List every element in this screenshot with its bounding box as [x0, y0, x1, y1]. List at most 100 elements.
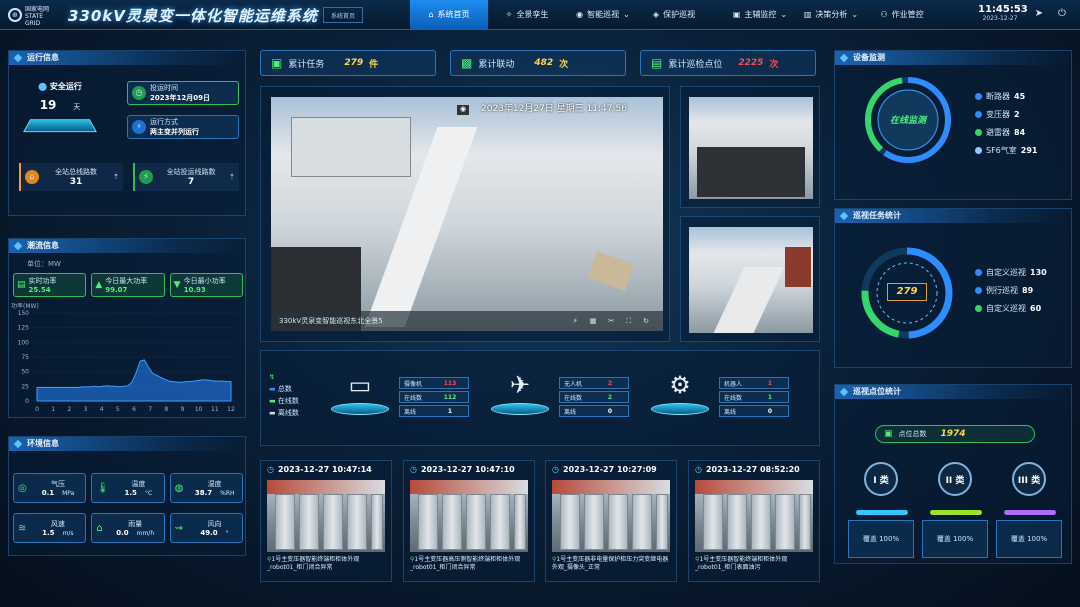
alarm-image [695, 480, 813, 552]
device-stat-label: 离线 [404, 408, 417, 416]
alarm-header: ◷ 2023-12-27 10:47:14 [261, 461, 391, 478]
nav-label: 保护巡视 [663, 10, 696, 19]
path-image [713, 267, 785, 333]
env-panel: 环境信息 ◎ 气压 0.1 MPa 🌡 温度 1.5 °C ◍ 湿度 38.7 %RH ≋ 风速 1.5 m/… [8, 436, 246, 556]
logout-icon[interactable]: ⏻ [1056, 8, 1068, 20]
class-ring: III 类 [1012, 462, 1046, 496]
x-tick-label: 10 [195, 406, 203, 413]
alarm-time: 2023-12-27 08:52:20 [705, 465, 800, 474]
tools-icon[interactable]: ✂ [608, 317, 614, 325]
nav-twin[interactable]: ✧ 全景孪生 [492, 0, 562, 29]
alarm-image [410, 480, 528, 552]
power-area [36, 359, 232, 402]
alarm-card[interactable]: ◷ 2023-12-27 08:52:20 ⚲1号主变压器智能终端柜柜体外观_ro… [688, 460, 820, 582]
legend-online-icon: ▬ [269, 397, 278, 405]
class-cover: 覆盖 100% [936, 535, 974, 543]
nav-monitor[interactable]: ▣ 主辅监控 ⌄ [730, 0, 790, 29]
lightning-icon: ⚡ [132, 120, 146, 134]
alarm-card[interactable]: ◷ 2023-12-27 10:27:09 ⚲1号主变压器非电量保护柜压力突变继电… [545, 460, 677, 582]
devices-strip: ↯ ▬ 总数 ▬ 在线数 ▬ 离线数 ▭ 摄像机 113 在线数 112 离线 1 ✈ 无人机 2… [260, 350, 820, 446]
point-total-bar: ▣ 点位总数 1974 [875, 425, 1035, 443]
device-stat-label: 摄像机 [404, 380, 423, 388]
system-home-button[interactable]: 系统首页 [323, 7, 363, 23]
equipment-image [291, 117, 411, 177]
alarm-text-value: 1号主变压器智能终端柜柜体外观_robot01_柜门表面油污 [695, 556, 788, 571]
device-stat-label: 在线数 [564, 394, 583, 402]
wind-icon: ≋ [18, 522, 27, 534]
video-small-2[interactable] [680, 216, 820, 342]
legend-offline: 离线数 [277, 409, 299, 417]
env-card: ≋ 风速 1.5 m/s [13, 513, 87, 543]
alarm-time: 2023-12-27 10:47:14 [277, 465, 372, 474]
put-time-card: ◷ 投运时间 2023年12月09日 [127, 81, 239, 105]
state-grid-logo-icon: ⊕ [8, 8, 22, 22]
env-value: 49.0 [200, 529, 218, 537]
list-icon: ▤ [651, 56, 663, 70]
device-item: 断路器 45 [975, 91, 1037, 102]
main-video[interactable]: 2023年12月27日 星期三 11:47:56 ◉ 330kV灵泉变智能巡视东… [271, 97, 663, 331]
patrol-icon: ◉ [576, 10, 584, 19]
nav-label: 系统首页 [437, 10, 470, 19]
nav-patrol[interactable]: ◉ 智能巡视 ⌄ [566, 0, 640, 29]
safe-run-block: ⬤ 安全运行 19 天 [23, 81, 97, 143]
x-tick-label: 6 [132, 406, 136, 413]
status-dot [975, 93, 982, 100]
video-timestamp: 2023年12月27日 星期三 11:47:56 [481, 104, 627, 114]
x-tick-label: 5 [116, 406, 120, 413]
y-tick-label: 125 [18, 325, 30, 332]
nav-label: 作业管控 [891, 10, 924, 19]
total-lines-label: 全站总线路数 [55, 168, 98, 176]
device-stat-value: 1 [447, 407, 453, 415]
device-monitor-panel: 设备监测 在线监测 断路器 45 变压器 2 避雷器 84 SF6气室 291 [834, 50, 1072, 200]
device-item: 避雷器 84 [975, 127, 1037, 138]
stat-value: 279 [344, 58, 364, 68]
device-stat-value: 112 [443, 393, 457, 401]
class-bar [856, 510, 908, 515]
alarm-card[interactable]: ◷ 2023-12-27 10:47:10 ⚲1号主变压器高压侧智能终端柜柜体外观… [403, 460, 535, 582]
env-label: 湿度 [207, 480, 222, 488]
env-label: 温度 [131, 480, 146, 488]
fullscreen-icon[interactable]: ⛶ [626, 317, 631, 326]
send-icon[interactable]: ➤ [1033, 8, 1045, 20]
min-power-card: ▼ 今日最小功率 10.93 [169, 273, 243, 297]
x-tick-label: 12 [227, 406, 235, 413]
device-stat-value: 2 [607, 379, 613, 387]
y-tick-label: 150 [18, 310, 30, 317]
hd-icon[interactable]: ▦ [590, 317, 597, 325]
device-value: 2 [1014, 110, 1020, 119]
y-tick-label: 50 [21, 369, 29, 376]
task-label: 自定义巡视 [986, 304, 1026, 313]
nav-work[interactable]: ⚇ 作业管控 [872, 0, 932, 29]
nav-decision[interactable]: ▥ 决策分析 ⌄ [796, 0, 866, 29]
clock: 11:45:53 2023-12-27 [978, 4, 1028, 22]
class-cover: 覆盖 100% [862, 535, 900, 543]
legend-total-icon: ▬ [269, 385, 278, 393]
env-unit: %RH [220, 490, 235, 497]
run-lines-card: ⚡ 全站投运线路数 7 ⇡ [133, 163, 239, 191]
env-grid: ◎ 气压 0.1 MPa 🌡 温度 1.5 °C ◍ 湿度 38.7 %RH ≋ 风速 1.5 m/s ⌂ 雨量 0… [13, 473, 243, 543]
status-dot [975, 111, 982, 118]
pan-icon[interactable]: ⚡ [573, 317, 578, 325]
camera-icon[interactable]: ◉ [457, 105, 469, 115]
alarm-card[interactable]: ◷ 2023-12-27 10:47:14 ⚲1号主变压器智能终端柜柜体外观_ro… [260, 460, 392, 582]
run-mode-label: 运行方式 [150, 118, 178, 126]
class-label: III 类 [1017, 475, 1041, 486]
nav-home[interactable]: ⌂ 系统首页 [410, 0, 488, 29]
refresh-icon[interactable]: ↻ [643, 317, 649, 325]
device-stat-label: 在线数 [724, 394, 743, 402]
device-stat-value: 2 [607, 393, 613, 401]
video-small-1[interactable] [680, 86, 820, 208]
device-value: 291 [1020, 146, 1038, 155]
bolt-icon: ⚡ [139, 170, 153, 184]
clock-icon: ◷ [410, 465, 417, 474]
env-card: 🌡 温度 1.5 °C [91, 473, 165, 503]
device-stat-row: 机器人 1 [719, 377, 789, 389]
status-dot [975, 305, 982, 312]
nav-protect[interactable]: ◈ 保护巡视 [644, 0, 704, 29]
nav-label: 全景孪生 [516, 10, 549, 19]
env-unit: °C [144, 490, 153, 497]
y-tick-label: 25 [21, 383, 29, 390]
status-dot [975, 129, 982, 136]
cover-image [587, 251, 635, 291]
point-total-value: 1974 [940, 429, 966, 439]
